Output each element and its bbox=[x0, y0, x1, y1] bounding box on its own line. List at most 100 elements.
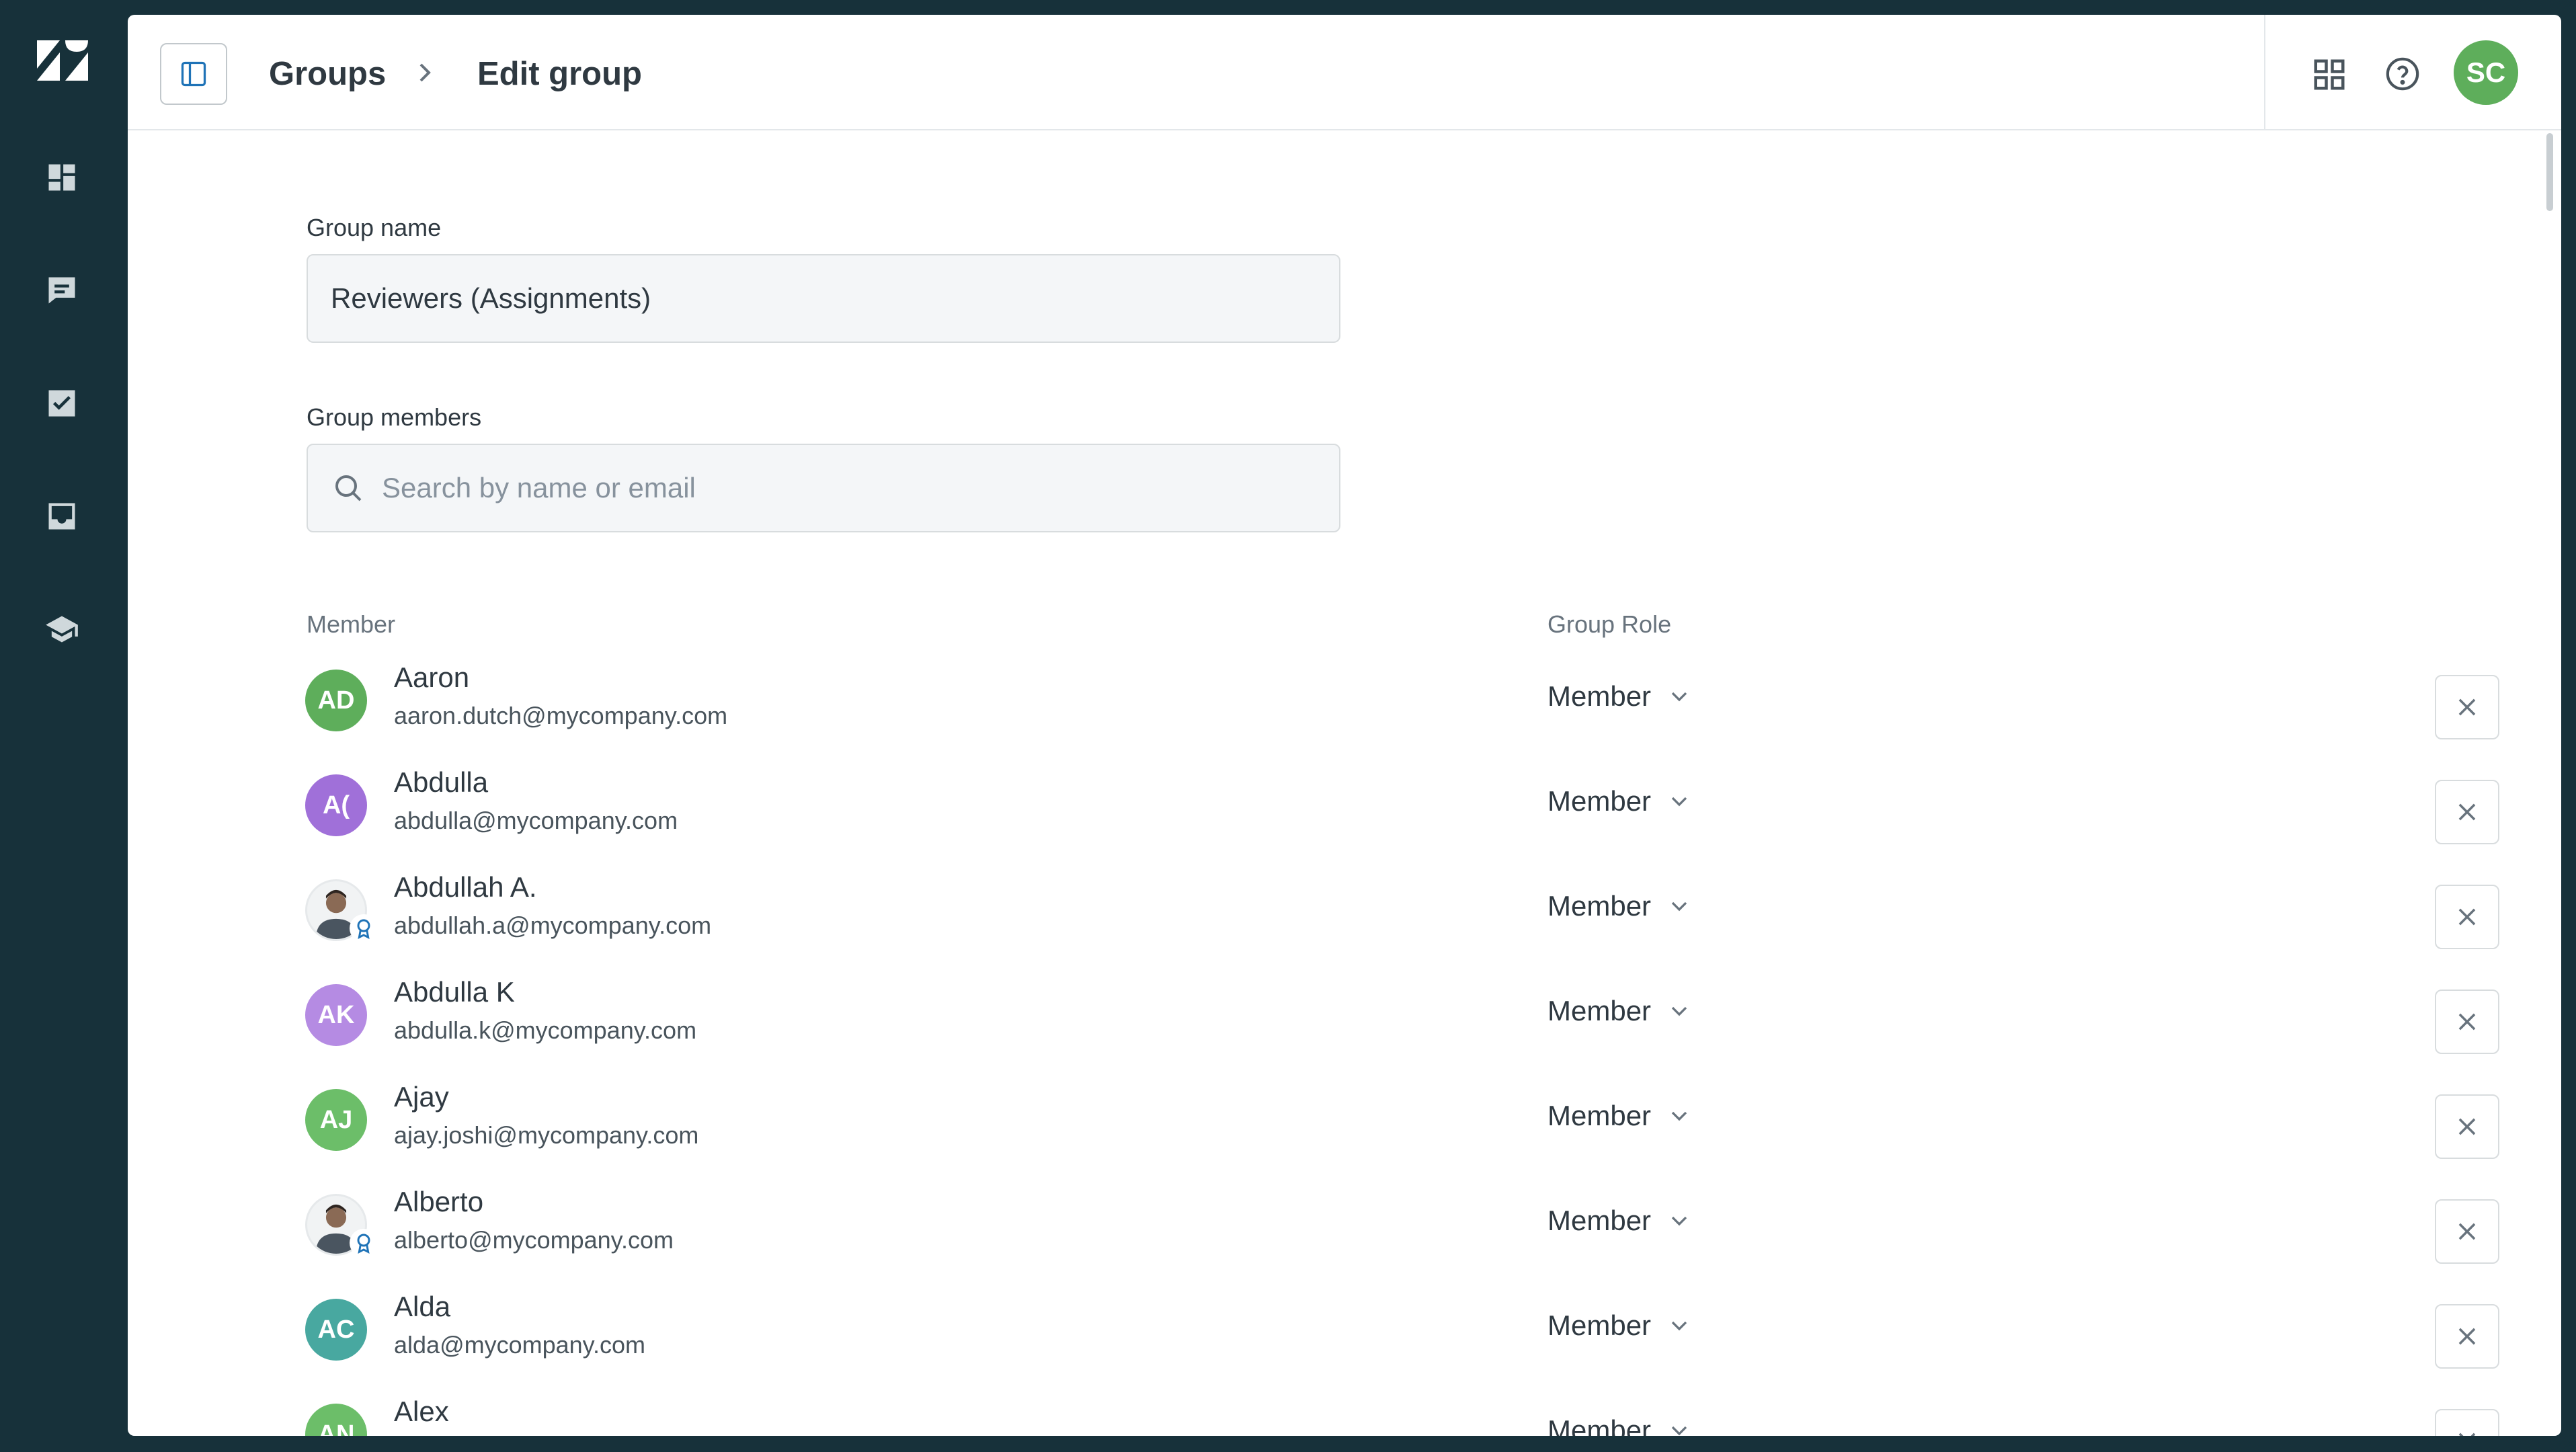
member-name: Abdulla K bbox=[394, 976, 515, 1008]
scrollbar[interactable] bbox=[2546, 133, 2553, 211]
group-role-value: Member bbox=[1547, 1100, 1652, 1131]
group-name-input[interactable]: Reviewers (Assignments) bbox=[307, 254, 1340, 343]
remove-member-button[interactable] bbox=[2435, 990, 2499, 1054]
column-header-group-role: Group Role bbox=[1547, 610, 1672, 638]
main-panel: Groups Edit group SC Group name Reviewer… bbox=[128, 15, 2561, 1436]
group-role-dropdown[interactable]: Member bbox=[1547, 784, 1693, 819]
search-placeholder: Search by name or email bbox=[382, 472, 696, 503]
top-bar: Groups Edit group SC bbox=[128, 15, 2561, 130]
member-row: AJ Ajay ajay.joshi@mycompany.com Member bbox=[305, 1080, 2510, 1184]
group-role-value: Member bbox=[1547, 680, 1652, 712]
chevron-right-icon bbox=[419, 63, 431, 82]
member-badge bbox=[350, 1229, 378, 1257]
close-icon bbox=[2458, 803, 2476, 821]
member-row: AC Alda alda@mycompany.com Member bbox=[305, 1289, 2510, 1394]
nav-dashboard-icon[interactable] bbox=[40, 156, 83, 199]
member-search-input[interactable]: Search by name or email bbox=[307, 444, 1340, 532]
member-email: abdulla.k@mycompany.com bbox=[394, 1016, 697, 1044]
group-role-dropdown[interactable]: Member bbox=[1547, 1308, 1693, 1343]
member-name: Alex bbox=[394, 1396, 449, 1427]
member-name: Aaron bbox=[394, 661, 470, 693]
close-icon bbox=[2458, 1013, 2476, 1031]
chevron-down-icon bbox=[1671, 1006, 1687, 1016]
group-name-label: Group name bbox=[307, 214, 442, 241]
member-row: AD Aaron aaron.dutch@mycompany.com Member bbox=[305, 660, 2510, 765]
group-role-value: Member bbox=[1547, 785, 1652, 817]
group-role-dropdown[interactable]: Member bbox=[1547, 994, 1693, 1028]
member-avatar: AJ bbox=[305, 1089, 367, 1151]
group-role-value: Member bbox=[1547, 1309, 1652, 1341]
member-email: abdulla@mycompany.com bbox=[394, 807, 678, 834]
nav-inbox-icon[interactable] bbox=[40, 495, 83, 538]
member-row: Abdullah A. abdullah.a@mycompany.com Membe… bbox=[305, 870, 2510, 975]
member-name: Alberto bbox=[394, 1186, 484, 1217]
close-icon bbox=[2458, 1433, 2476, 1436]
member-name: Abdullah A. bbox=[394, 871, 537, 903]
member-row: A( Abdulla abdulla@mycompany.com Member bbox=[305, 765, 2510, 870]
member-name: Abdulla bbox=[394, 766, 489, 798]
member-email: ajay.joshi@mycompany.com bbox=[394, 1121, 699, 1149]
close-icon bbox=[2458, 698, 2476, 716]
chevron-down-icon bbox=[1671, 1111, 1687, 1121]
member-email: alda@mycompany.com bbox=[394, 1331, 646, 1359]
page-title: Edit group bbox=[477, 56, 642, 92]
nav-rail bbox=[0, 0, 128, 1452]
remove-member-button[interactable] bbox=[2435, 1094, 2499, 1159]
group-role-dropdown[interactable]: Member bbox=[1547, 679, 1693, 714]
column-header-member: Member bbox=[307, 610, 396, 638]
member-avatar: AD bbox=[305, 670, 367, 731]
help-icon[interactable] bbox=[2384, 55, 2421, 93]
chevron-down-icon bbox=[1671, 901, 1687, 912]
certified-badge-icon bbox=[357, 1234, 370, 1254]
group-role-dropdown[interactable]: Member bbox=[1547, 1098, 1693, 1133]
member-avatar: AC bbox=[305, 1299, 367, 1361]
chevron-down-icon bbox=[1671, 692, 1687, 702]
sidebar-panel-icon bbox=[181, 61, 206, 87]
remove-member-button[interactable] bbox=[2435, 780, 2499, 844]
group-role-dropdown[interactable]: Member bbox=[1547, 1203, 1693, 1238]
member-email: abdullah.a@mycompany.com bbox=[394, 912, 712, 939]
chevron-down-icon bbox=[1671, 1321, 1687, 1331]
close-icon bbox=[2458, 908, 2476, 926]
user-avatar[interactable]: SC bbox=[2454, 40, 2518, 105]
chevron-down-icon bbox=[1671, 1216, 1687, 1226]
search-icon bbox=[335, 475, 362, 501]
remove-member-button[interactable] bbox=[2435, 1409, 2499, 1436]
member-avatar: AN bbox=[305, 1404, 367, 1436]
member-name: Alda bbox=[394, 1291, 451, 1322]
group-name-value: Reviewers (Assignments) bbox=[331, 282, 651, 314]
nav-conversations-icon[interactable] bbox=[40, 269, 83, 312]
remove-member-button[interactable] bbox=[2435, 675, 2499, 739]
close-icon bbox=[2458, 1118, 2476, 1135]
topbar-divider bbox=[2264, 15, 2265, 130]
member-email: alberto@mycompany.com bbox=[394, 1226, 674, 1254]
member-row: AN Alex Member bbox=[305, 1394, 2510, 1436]
member-email: aaron.dutch@mycompany.com bbox=[394, 702, 728, 729]
nav-learning-icon[interactable] bbox=[40, 608, 83, 651]
group-members-label: Group members bbox=[307, 403, 482, 431]
close-icon bbox=[2458, 1328, 2476, 1345]
apps-grid-icon[interactable] bbox=[2311, 56, 2347, 93]
group-role-value: Member bbox=[1547, 1414, 1652, 1436]
close-icon bbox=[2458, 1223, 2476, 1240]
group-role-dropdown[interactable]: Member bbox=[1547, 1413, 1693, 1436]
remove-member-button[interactable] bbox=[2435, 1199, 2499, 1264]
remove-member-button[interactable] bbox=[2435, 885, 2499, 949]
chevron-down-icon bbox=[1671, 797, 1687, 807]
remove-member-button[interactable] bbox=[2435, 1304, 2499, 1369]
group-role-value: Member bbox=[1547, 995, 1652, 1026]
nav-tasks-icon[interactable] bbox=[40, 382, 83, 425]
group-role-dropdown[interactable]: Member bbox=[1547, 889, 1693, 924]
member-avatar: A( bbox=[305, 774, 367, 836]
member-name: Ajay bbox=[394, 1081, 449, 1113]
certified-badge-icon bbox=[357, 919, 370, 939]
member-badge bbox=[350, 914, 378, 942]
group-role-value: Member bbox=[1547, 890, 1652, 922]
zendesk-logo[interactable] bbox=[37, 40, 88, 81]
member-avatar: AK bbox=[305, 984, 367, 1046]
breadcrumb-groups-link[interactable]: Groups bbox=[269, 54, 386, 94]
member-row: AK Abdulla K abdulla.k@mycompany.com Member bbox=[305, 975, 2510, 1080]
chevron-down-icon bbox=[1671, 1426, 1687, 1436]
group-role-value: Member bbox=[1547, 1205, 1652, 1236]
sidebar-toggle-button[interactable] bbox=[160, 43, 227, 105]
